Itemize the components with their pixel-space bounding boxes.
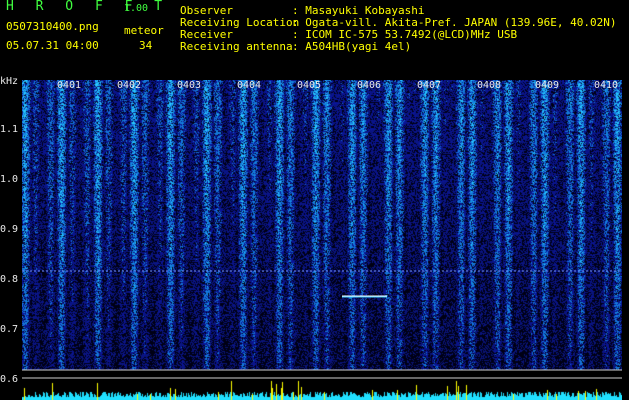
time-label: 0404 bbox=[237, 80, 262, 91]
time-label: 0410 bbox=[594, 80, 619, 91]
spectrogram-area bbox=[22, 80, 622, 400]
time-label: 0406 bbox=[357, 80, 382, 91]
axis-unit-label: kHz bbox=[0, 76, 19, 87]
frequency-axis: kHz 1.1 1.0 0.9 0.8 0.7 0.6 bbox=[0, 76, 22, 400]
time-label: 0409 bbox=[535, 80, 560, 91]
time-label: 0401 bbox=[57, 80, 82, 91]
y-tick-label: 1.1 bbox=[0, 124, 19, 135]
meteor-count-label: meteor bbox=[124, 24, 164, 37]
app-version: 1.00 bbox=[124, 3, 149, 14]
y-tick-label: 0.7 bbox=[0, 324, 19, 335]
meteor-count-value: 34 bbox=[139, 39, 153, 52]
image-filename: 0507310400.png bbox=[6, 20, 99, 33]
spectrogram-overlay bbox=[22, 270, 622, 379]
y-tick-label: 0.6 bbox=[0, 374, 19, 385]
antenna-label: Receiving antenna bbox=[180, 40, 293, 53]
time-label: 0402 bbox=[117, 80, 142, 91]
time-label: 0407 bbox=[417, 80, 442, 91]
y-tick-label: 1.0 bbox=[0, 174, 19, 185]
time-label: 0405 bbox=[297, 80, 322, 91]
observation-datetime: 05.07.31 04:00 bbox=[6, 39, 99, 52]
y-tick-label: 0.9 bbox=[0, 224, 19, 235]
header-bar: H R O F F T 1.00 0507310400.png 05.07.31… bbox=[0, 0, 629, 76]
y-tick-label: 0.8 bbox=[0, 274, 19, 285]
time-label: 0403 bbox=[177, 80, 202, 91]
antenna-value: : A504HB(yagi 4el) bbox=[292, 40, 412, 53]
time-label: 0408 bbox=[477, 80, 502, 91]
